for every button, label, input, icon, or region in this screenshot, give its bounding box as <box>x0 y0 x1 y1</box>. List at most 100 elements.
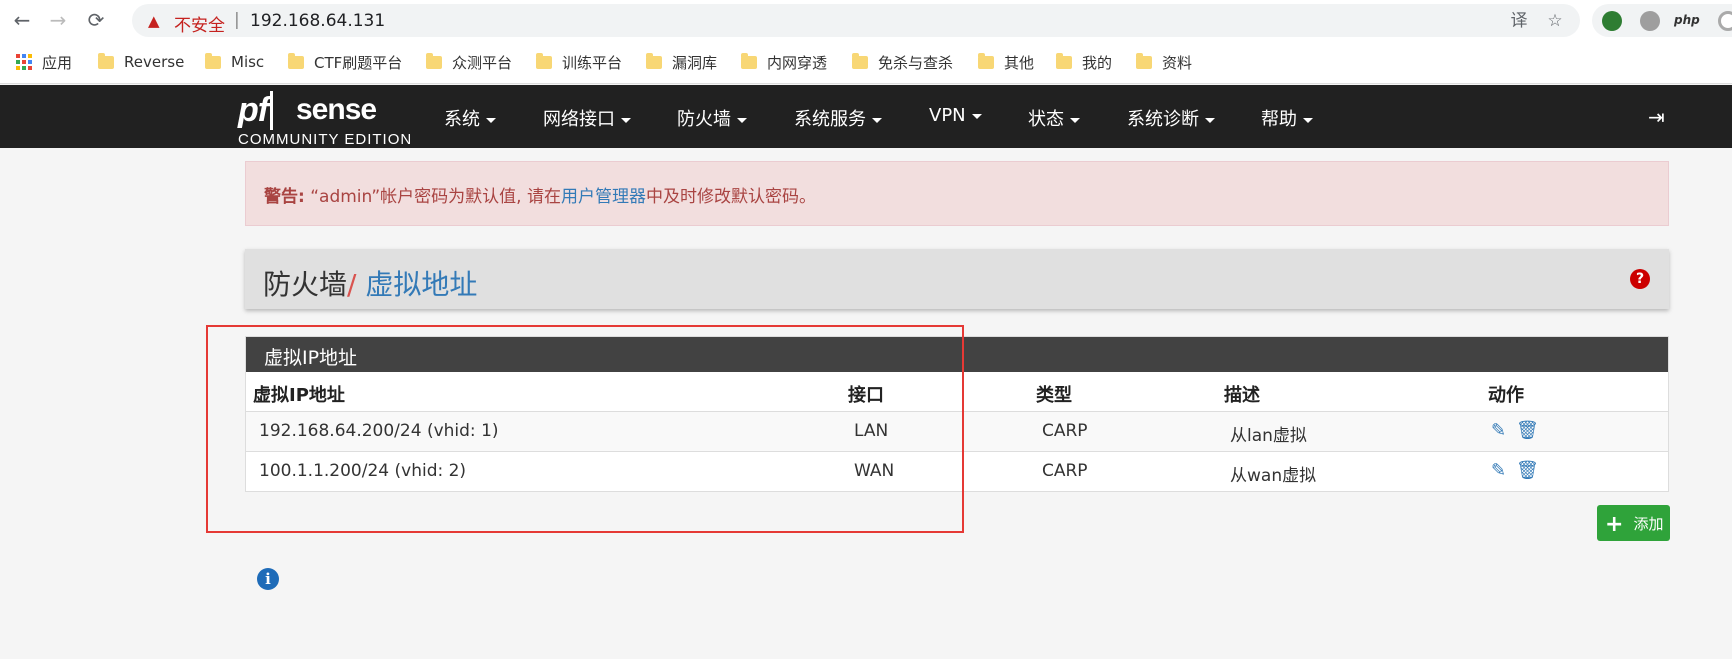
column-header[interactable]: 描述 <box>1224 381 1260 407</box>
folder-icon <box>536 52 552 69</box>
bookmark-label: 漏洞库 <box>672 53 718 72</box>
menu-help[interactable]: 帮助 <box>1261 105 1313 131</box>
bookmark-folder[interactable]: 内网穿透 <box>741 51 827 73</box>
caret-down-icon <box>737 117 747 123</box>
edit-icon[interactable]: ✎ <box>1491 420 1511 441</box>
alert-text: “admin”帐户密码为默认值, 请在 <box>304 187 561 207</box>
edit-icon[interactable]: ✎ <box>1491 460 1511 481</box>
menu-system[interactable]: 系统 <box>444 105 496 131</box>
cell-type: CARP <box>1042 461 1088 481</box>
user-manager-link[interactable]: 用户管理器 <box>561 187 646 207</box>
bookmark-apps[interactable]: 应用 <box>16 51 72 73</box>
delete-icon[interactable]: 🗑 <box>1516 460 1539 481</box>
browser-toolbar: ← → ⟳ ▲ 不安全 | 192.168.64.131 译 ☆ php <box>0 0 1732 40</box>
url-separator: | <box>234 10 240 30</box>
menu-services[interactable]: 系统服务 <box>794 105 882 131</box>
caret-down-icon <box>1070 117 1080 123</box>
bookmark-folder[interactable]: 资料 <box>1136 51 1192 73</box>
extensions-area: php <box>1592 4 1732 37</box>
folder-icon <box>852 52 868 69</box>
insecure-label: 不安全 <box>174 16 225 36</box>
forward-icon[interactable]: → <box>46 8 70 32</box>
bookmark-folder[interactable]: 我的 <box>1056 51 1112 73</box>
cell-description: 从wan虚拟 <box>1230 466 1317 486</box>
bookmark-label: 资料 <box>1162 53 1193 72</box>
bookmark-star-icon[interactable]: ☆ <box>1544 10 1566 32</box>
bookmark-label: 其他 <box>1004 53 1035 72</box>
logout-icon[interactable]: ⇥ <box>1648 105 1665 129</box>
cell-description: 从lan虚拟 <box>1230 426 1307 446</box>
apps-grid-icon <box>16 54 32 70</box>
folder-icon <box>741 52 757 69</box>
folder-icon <box>1136 52 1152 69</box>
delete-icon[interactable]: 🗑 <box>1516 420 1539 441</box>
cell-type: CARP <box>1042 421 1088 441</box>
menu-vpn[interactable]: VPN <box>929 105 982 126</box>
bookmark-label: Misc <box>231 53 265 71</box>
caret-down-icon <box>971 113 982 119</box>
bookmark-label: 我的 <box>1082 53 1113 72</box>
breadcrumb: 防火墙/ 虚拟地址 ? <box>245 249 1669 309</box>
alert-text-end: 中及时修改默认密码。 <box>645 187 816 207</box>
add-button[interactable]: + 添加 <box>1597 505 1670 541</box>
menu-firewall[interactable]: 防火墙 <box>677 105 747 131</box>
warning-icon: ▲ <box>148 12 160 30</box>
bookmark-label: 应用 <box>42 53 73 72</box>
translate-icon[interactable]: 译 <box>1508 10 1530 32</box>
menu-diagnostics[interactable]: 系统诊断 <box>1127 105 1215 131</box>
folder-icon <box>426 52 442 69</box>
extension-green-icon[interactable] <box>1602 11 1622 31</box>
help-icon[interactable]: ? <box>1630 269 1650 289</box>
default-password-alert: 警告: “admin”帐户密码为默认值, 请在用户管理器中及时修改默认密码。 <box>245 161 1669 226</box>
bookmark-folder[interactable]: Reverse <box>98 51 184 73</box>
menu-interfaces[interactable]: 网络接口 <box>543 105 631 131</box>
extension-circle-icon[interactable] <box>1718 11 1732 31</box>
bookmark-label: 众测平台 <box>452 53 513 72</box>
bookmark-folder[interactable]: 漏洞库 <box>646 51 717 73</box>
caret-down-icon <box>872 117 882 123</box>
bookmark-label: CTF刷题平台 <box>314 53 403 72</box>
caret-down-icon <box>1303 117 1313 123</box>
breadcrumb-current[interactable]: 虚拟地址 <box>365 268 477 301</box>
add-button-label: 添加 <box>1633 515 1664 533</box>
back-icon[interactable]: ← <box>10 8 34 32</box>
reload-icon[interactable]: ⟳ <box>84 8 108 32</box>
address-bar[interactable]: ▲ 不安全 | 192.168.64.131 译 ☆ <box>132 4 1580 37</box>
bookmarks-bar: 应用 Reverse Misc CTF刷题平台 众测平台 训练平台 漏洞库 内网… <box>0 40 1732 84</box>
plus-icon: + <box>1605 512 1624 537</box>
extension-php-icon[interactable]: php <box>1674 13 1704 33</box>
caret-down-icon <box>621 117 631 123</box>
caret-down-icon <box>486 117 496 123</box>
folder-icon <box>646 52 662 69</box>
bookmark-label: 免杀与查杀 <box>878 53 954 72</box>
folder-icon <box>1056 52 1072 69</box>
bookmark-folder[interactable]: 免杀与查杀 <box>852 51 953 73</box>
column-header[interactable]: 动作 <box>1488 381 1524 407</box>
bookmark-folder[interactable]: CTF刷题平台 <box>288 51 402 73</box>
bookmark-folder[interactable]: 众测平台 <box>426 51 512 73</box>
menu-status[interactable]: 状态 <box>1028 105 1080 131</box>
bookmark-label: 内网穿透 <box>767 53 828 72</box>
logo-edition: COMMUNITY EDITION <box>238 131 413 148</box>
alert-prefix: 警告: <box>264 187 305 207</box>
folder-icon <box>98 52 114 69</box>
breadcrumb-parent[interactable]: 防火墙 <box>263 268 347 301</box>
top-navbar: pf sense COMMUNITY EDITION 系统 网络接口 防火墙 系… <box>0 85 1732 148</box>
info-icon[interactable]: i <box>257 568 279 590</box>
bookmark-folder[interactable]: 训练平台 <box>536 51 622 73</box>
logo-pf: pf <box>238 91 274 130</box>
annotation-highlight-box <box>206 325 964 533</box>
column-header[interactable]: 类型 <box>1036 381 1072 407</box>
caret-down-icon <box>1205 117 1215 123</box>
breadcrumb-separator: / <box>347 268 357 301</box>
bookmark-folder[interactable]: 其他 <box>978 51 1034 73</box>
logo-sense: sense <box>296 93 377 126</box>
folder-icon <box>205 52 221 69</box>
url-text[interactable]: 192.168.64.131 <box>250 11 385 31</box>
folder-icon <box>978 52 994 69</box>
bookmark-label: Reverse <box>124 53 185 71</box>
extension-gear-icon[interactable] <box>1640 11 1660 31</box>
bookmark-label: 训练平台 <box>562 53 623 72</box>
bookmark-folder[interactable]: Misc <box>205 51 264 73</box>
folder-icon <box>288 52 304 69</box>
